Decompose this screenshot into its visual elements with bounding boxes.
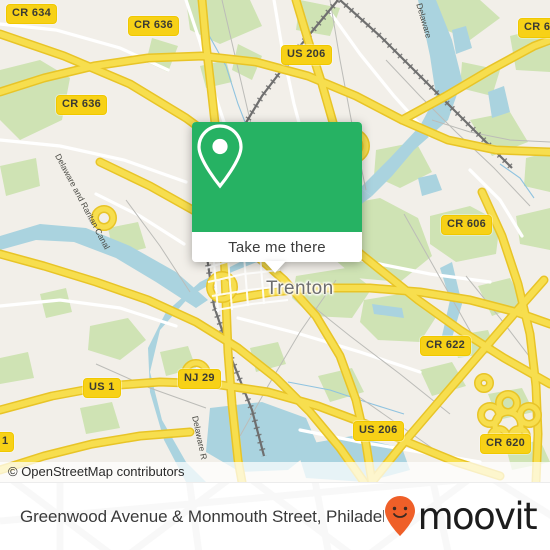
route-shield-us-206-south[interactable]: US 206 xyxy=(353,421,404,441)
location-title: Greenwood Avenue & Monmouth Street, Phil… xyxy=(20,506,384,526)
route-shield-cr-64[interactable]: CR 64 xyxy=(518,18,550,38)
route-shield-cr-622[interactable]: CR 622 xyxy=(420,336,472,356)
popup-body: Take me there xyxy=(192,122,362,262)
route-shield-us-1[interactable]: US 1 xyxy=(83,378,121,398)
route-shield-1[interactable]: 1 xyxy=(0,432,15,452)
place-label-trenton: Trenton xyxy=(266,278,334,299)
map-pin-icon xyxy=(197,124,243,189)
osm-attribution[interactable]: © OpenStreetMap contributors xyxy=(0,462,550,482)
route-shield-cr-634[interactable]: CR 634 xyxy=(6,4,58,24)
map-canvas[interactable]: Delaware and Raritan Canal Delaware Dela… xyxy=(0,0,550,482)
route-shield-cr-620[interactable]: CR 620 xyxy=(480,434,532,454)
moovit-brand[interactable]: moovit xyxy=(384,495,538,538)
moovit-pin-smile-icon xyxy=(384,495,415,536)
popup-pointer-tail xyxy=(264,261,286,273)
location-popup-card[interactable]: Take me there xyxy=(192,122,362,262)
footer-bar: Greenwood Avenue & Monmouth Street, Phil… xyxy=(0,482,550,550)
moovit-map-screenshot: Delaware and Raritan Canal Delaware Dela… xyxy=(0,0,550,550)
route-shield-cr-606[interactable]: CR 606 xyxy=(441,215,493,235)
take-me-there-button[interactable]: Take me there xyxy=(192,232,362,262)
footer-content: Greenwood Avenue & Monmouth Street, Phil… xyxy=(0,483,550,550)
route-shield-cr-636-north[interactable]: CR 636 xyxy=(128,16,180,36)
moovit-wordmark: moovit xyxy=(417,495,538,538)
route-shield-cr-636-west[interactable]: CR 636 xyxy=(56,95,108,115)
route-shield-us-206-north[interactable]: US 206 xyxy=(281,45,332,65)
route-shield-nj-29[interactable]: NJ 29 xyxy=(178,369,221,389)
popup-illustration xyxy=(192,122,362,232)
